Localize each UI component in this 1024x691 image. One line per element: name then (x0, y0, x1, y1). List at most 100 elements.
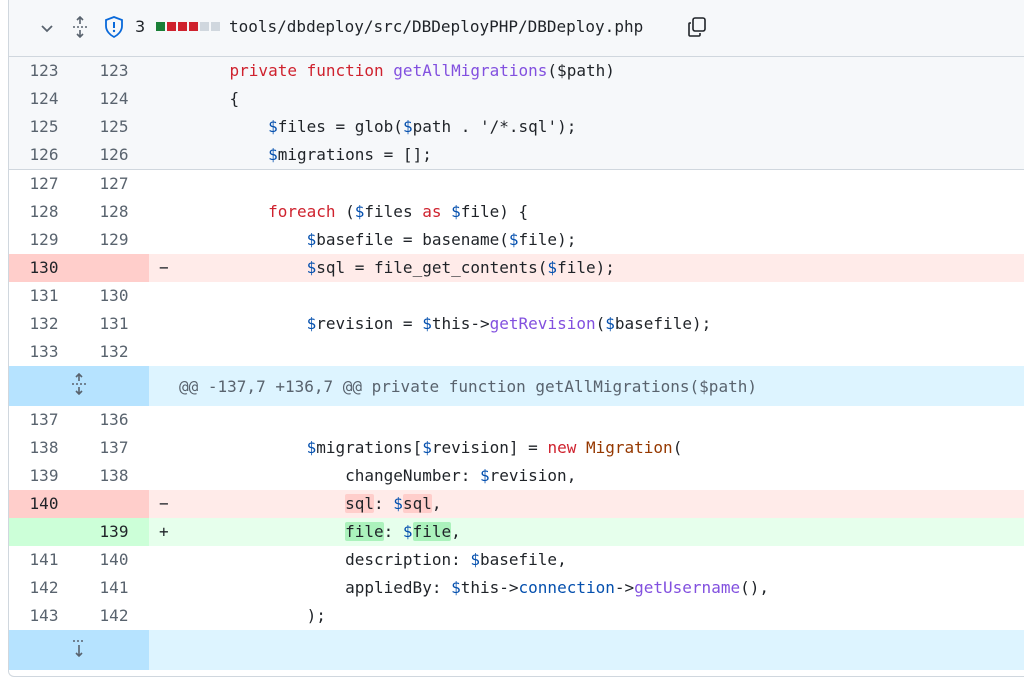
code-token: path . '/*.sql'); (412, 117, 577, 136)
context-line: 139 138 changeNumber: $revision, (9, 462, 1024, 490)
code-token: file); (518, 230, 577, 249)
expand-down-button[interactable] (9, 630, 149, 670)
code-token: sql (402, 494, 432, 513)
old-line-number[interactable]: 137 (9, 406, 79, 434)
new-line-number[interactable]: 137 (79, 434, 149, 462)
old-line-number[interactable]: 132 (9, 310, 79, 338)
code-token: -> (614, 578, 635, 597)
code-token: foreach (268, 202, 336, 221)
new-line-number[interactable]: 141 (79, 574, 149, 602)
code-token: $ (268, 145, 278, 164)
code-token: ( (335, 202, 355, 221)
context-line: 126 126 $migrations = []; (9, 141, 1024, 170)
context-line: 141 140 description: $basefile, (9, 546, 1024, 574)
code-token: migrations[ (316, 438, 423, 457)
expand-footer (9, 630, 1024, 670)
code-token: $ (402, 117, 413, 136)
code-token: $ (451, 202, 461, 221)
code-token: getAllMigrations (393, 61, 548, 80)
new-line-number[interactable]: 130 (79, 282, 149, 310)
code-token: file (412, 522, 452, 541)
old-line-number[interactable]: 131 (9, 282, 79, 310)
code-line: changeNumber: $revision, (191, 462, 1024, 490)
context-line: 123 123 private function getAllMigrations… (9, 57, 1024, 85)
diffstat-block (189, 22, 198, 31)
old-line-number[interactable]: 126 (9, 141, 79, 169)
old-line-number[interactable]: 141 (9, 546, 79, 574)
code-token: file (345, 522, 384, 541)
old-line-number[interactable]: 130 (9, 254, 79, 282)
old-line-number[interactable]: 142 (9, 574, 79, 602)
code-line: description: $basefile, (191, 546, 1024, 574)
code-token: migrations = []; (277, 145, 432, 164)
code-token: sql (345, 494, 375, 513)
context-line: 127 127 (9, 170, 1024, 198)
code-token: (), (740, 578, 769, 597)
old-line-number[interactable]: 129 (9, 226, 79, 254)
old-line-number[interactable]: 143 (9, 602, 79, 630)
code-token: basefile = basename( (316, 230, 509, 249)
shield-icon[interactable] (102, 14, 126, 40)
new-line-number[interactable]: 142 (79, 602, 149, 630)
context-line: 138 137 $migrations[$revision] = new Migr… (9, 434, 1024, 462)
old-line-number[interactable]: 133 (9, 338, 79, 366)
context-line: 137 136 (9, 406, 1024, 434)
expand-hunk-button[interactable] (9, 366, 149, 406)
diffstat-block (178, 22, 187, 31)
new-line-number[interactable]: 123 (79, 57, 149, 85)
old-line-number[interactable]: 125 (9, 113, 79, 141)
old-line-number[interactable] (9, 518, 79, 546)
old-line-number[interactable]: 138 (9, 434, 79, 462)
new-line-number[interactable]: 128 (79, 198, 149, 226)
unfold-icon[interactable] (69, 14, 91, 40)
old-line-number[interactable]: 127 (9, 170, 79, 198)
diff-sign: − (159, 494, 169, 513)
code-token: $ (306, 314, 317, 333)
new-line-number[interactable]: 124 (79, 85, 149, 113)
copy-icon[interactable] (685, 14, 709, 40)
new-line-number[interactable]: 131 (79, 310, 149, 338)
old-line-number[interactable]: 123 (9, 57, 79, 85)
new-line-number[interactable] (79, 254, 149, 282)
old-line-number[interactable]: 139 (9, 462, 79, 490)
file-header: 3 tools/dbdeploy/src/DBDeployPHP/DBDeplo… (9, 0, 1024, 57)
chevron-down-icon[interactable] (37, 18, 57, 38)
new-line-number[interactable]: 127 (79, 170, 149, 198)
diff-sign: − (159, 258, 169, 277)
old-line-number[interactable]: 128 (9, 198, 79, 226)
code-token: $ (547, 258, 558, 277)
context-line: 124 124 { (9, 85, 1024, 113)
new-line-number[interactable] (79, 490, 149, 518)
diffstat-block (200, 22, 209, 31)
code-token: getUsername (634, 578, 741, 597)
new-line-number[interactable]: 125 (79, 113, 149, 141)
old-line-number[interactable]: 124 (9, 85, 79, 113)
new-line-number[interactable]: 129 (79, 226, 149, 254)
code-token: $ (470, 550, 480, 569)
alert-count: 3 (135, 17, 146, 36)
code-line: $files = glob($path . '/*.sql'); (191, 113, 1024, 141)
code-line: file: $file, (191, 518, 1024, 546)
code-token: file); (557, 258, 615, 277)
new-line-number[interactable]: 140 (79, 546, 149, 574)
code-token: revision, (489, 466, 577, 485)
code-token: $ (306, 438, 317, 457)
old-line-number[interactable]: 140 (9, 490, 79, 518)
code-token: appliedBy: (191, 578, 452, 597)
new-line-number[interactable]: 126 (79, 141, 149, 169)
code-token: private function (229, 61, 394, 80)
new-line-number[interactable]: 132 (79, 338, 149, 366)
file-path[interactable]: tools/dbdeploy/src/DBDeployPHP/DBDeploy.… (229, 15, 643, 39)
new-line-number[interactable]: 139 (79, 518, 149, 546)
code-line: appliedBy: $this->connection->getUsernam… (191, 574, 1024, 602)
new-line-number[interactable]: 138 (79, 462, 149, 490)
context-line: 142 141 appliedBy: $this->connection->get… (9, 574, 1024, 602)
code-token: basefile, (480, 550, 567, 569)
new-line-number[interactable]: 136 (79, 406, 149, 434)
